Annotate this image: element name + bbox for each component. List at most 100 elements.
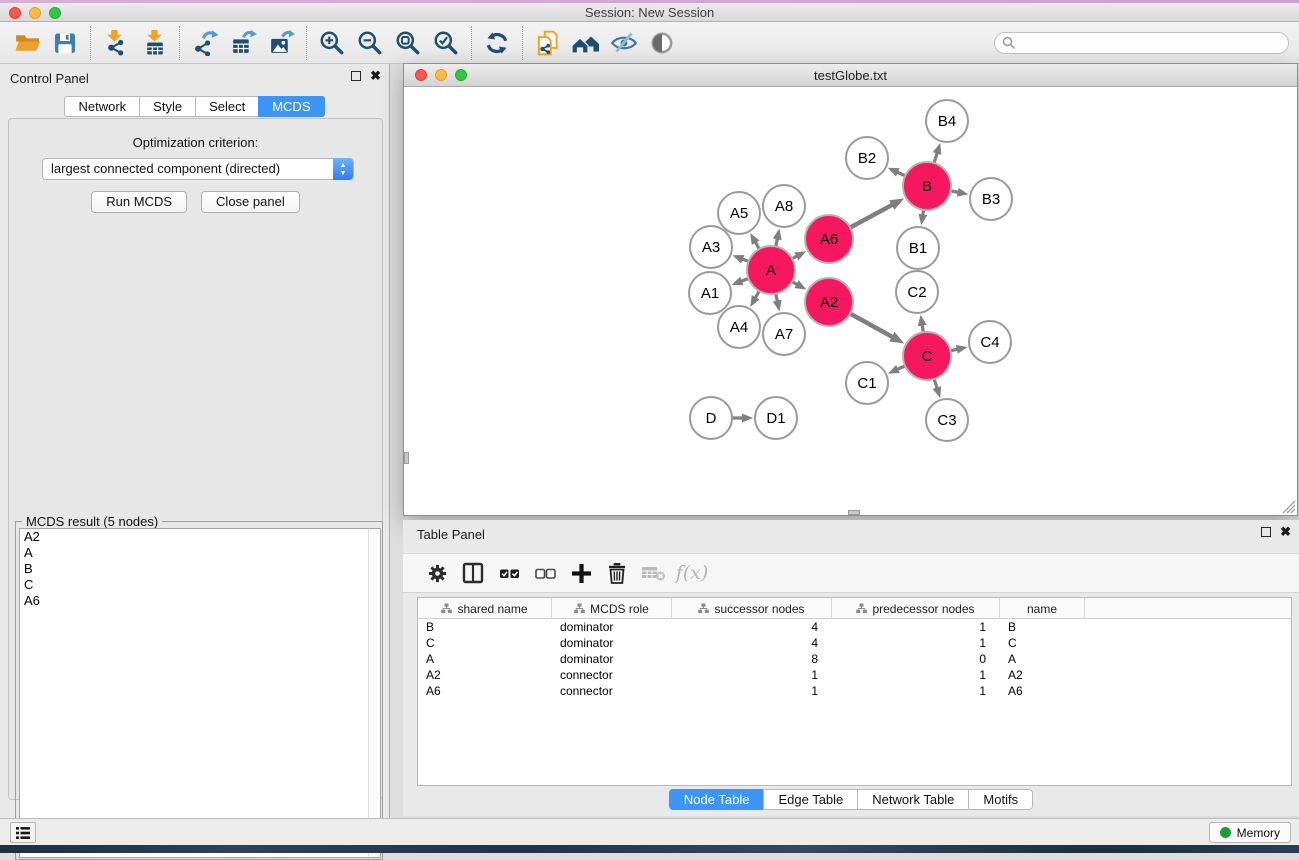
show-panels-button[interactable] <box>10 822 36 843</box>
open-session-button[interactable] <box>8 25 46 61</box>
table-cell[interactable]: B <box>1000 619 1085 635</box>
table-settings-button[interactable] <box>419 557 455 589</box>
columns-icon <box>462 562 484 584</box>
tab-network-table[interactable]: Network Table <box>857 789 968 810</box>
table-cell[interactable]: 1 <box>832 667 1000 683</box>
search-field <box>994 32 1289 54</box>
table-cell[interactable]: 0 <box>832 651 1000 667</box>
close-network-window-icon[interactable] <box>415 69 427 81</box>
import-table-icon <box>141 29 168 56</box>
show-all-networks-button[interactable] <box>567 25 605 61</box>
resize-grip-icon[interactable] <box>1282 500 1296 514</box>
show-columns-button[interactable] <box>455 557 491 589</box>
column-header-successor-nodes[interactable]: successor nodes <box>672 598 832 619</box>
tab-motifs[interactable]: Motifs <box>968 789 1033 810</box>
criterion-dropdown[interactable]: largest connected component (directed) ▲… <box>42 158 354 180</box>
table-cell[interactable]: 1 <box>672 667 832 683</box>
refresh-view-button[interactable] <box>478 25 516 61</box>
unselect-all-rows-button[interactable] <box>527 557 563 589</box>
tab-node-table[interactable]: Node Table <box>669 789 764 810</box>
run-mcds-button[interactable]: Run MCDS <box>91 191 187 213</box>
table-cell[interactable]: 1 <box>832 683 1000 699</box>
export-table-button[interactable] <box>224 25 262 61</box>
table-cell[interactable]: 4 <box>672 635 832 651</box>
table-cell[interactable]: B <box>418 619 552 635</box>
export-network-button[interactable] <box>186 25 224 61</box>
table-cell[interactable]: A6 <box>1000 683 1085 699</box>
close-panel-icon[interactable]: ✖ <box>1280 526 1291 538</box>
minimize-window-icon[interactable] <box>29 7 41 19</box>
import-network-button[interactable] <box>97 25 135 61</box>
zoom-window-icon[interactable] <box>49 7 61 19</box>
table-cell[interactable]: dominator <box>552 635 672 651</box>
close-panel-icon[interactable]: ✖ <box>370 70 381 82</box>
clone-network-button[interactable] <box>529 25 567 61</box>
table-cell[interactable]: 1 <box>672 683 832 699</box>
zoom-fit-icon <box>394 29 422 57</box>
result-list-item[interactable]: A6 <box>20 593 380 609</box>
close-panel-button[interactable]: Close panel <box>201 191 300 213</box>
result-list-scrollbar[interactable] <box>368 529 380 857</box>
table-cell[interactable]: A <box>418 651 552 667</box>
create-column-button[interactable] <box>563 557 599 589</box>
table-cell[interactable]: dominator <box>552 651 672 667</box>
result-list-item[interactable]: A <box>20 545 380 561</box>
table-cell[interactable]: A6 <box>418 683 552 699</box>
table-cell[interactable]: A2 <box>1000 667 1085 683</box>
hide-graphics-button[interactable] <box>605 25 643 61</box>
table-cell[interactable]: dominator <box>552 619 672 635</box>
zoom-out-button[interactable] <box>351 25 389 61</box>
column-header-MCDS-role[interactable]: MCDS role <box>552 598 672 619</box>
table-cell[interactable]: connector <box>552 683 672 699</box>
column-header-label: name <box>1027 602 1057 616</box>
network-canvas[interactable]: B4B2BB3A5A8A6A3B1AA1C2A2A4A7C4CC1DD1C3 <box>404 87 1297 515</box>
float-panel-icon[interactable] <box>351 71 361 81</box>
result-list-item[interactable]: B <box>20 561 380 577</box>
delete-table-button[interactable] <box>635 557 671 589</box>
column-header-shared-name[interactable]: shared name <box>418 598 552 619</box>
result-list-item[interactable]: C <box>20 577 380 593</box>
table-cell[interactable]: connector <box>552 667 672 683</box>
memory-status-icon <box>1220 827 1231 838</box>
zoom-network-window-icon[interactable] <box>455 69 467 81</box>
column-header-name[interactable]: name <box>1000 598 1085 619</box>
zoom-in-button[interactable] <box>313 25 351 61</box>
tab-edge-table[interactable]: Edge Table <box>763 789 857 810</box>
table-row[interactable]: Cdominator41C <box>418 635 1291 651</box>
table-cell[interactable]: 1 <box>832 619 1000 635</box>
table-row[interactable]: A2connector11A2 <box>418 667 1291 683</box>
close-window-icon[interactable] <box>9 7 21 19</box>
table-cell[interactable]: 4 <box>672 619 832 635</box>
tab-network[interactable]: Network <box>64 96 139 117</box>
zoom-selected-button[interactable] <box>427 25 465 61</box>
float-panel-icon[interactable] <box>1261 527 1271 537</box>
result-list-item[interactable]: A2 <box>20 529 380 545</box>
import-table-button[interactable] <box>135 25 173 61</box>
table-cell[interactable]: A <box>1000 651 1085 667</box>
table-cell[interactable]: 1 <box>832 635 1000 651</box>
tab-select[interactable]: Select <box>195 96 258 117</box>
tab-style[interactable]: Style <box>139 96 195 117</box>
memory-button[interactable]: Memory <box>1209 822 1291 843</box>
delete-column-button[interactable] <box>599 557 635 589</box>
select-all-rows-button[interactable] <box>491 557 527 589</box>
save-session-button[interactable] <box>46 25 84 61</box>
table-cell[interactable]: C <box>418 635 552 651</box>
window-edge-handle[interactable] <box>848 510 860 515</box>
tab-mcds[interactable]: MCDS <box>258 96 324 117</box>
network-window-titlebar[interactable]: testGlobe.txt <box>404 64 1297 87</box>
table-cell[interactable]: 8 <box>672 651 832 667</box>
column-header-predecessor-nodes[interactable]: predecessor nodes <box>832 598 1000 619</box>
table-cell[interactable]: A2 <box>418 667 552 683</box>
table-row[interactable]: Bdominator41B <box>418 619 1291 635</box>
search-input[interactable] <box>994 32 1289 54</box>
table-row[interactable]: Adominator80A <box>418 651 1291 667</box>
minimize-network-window-icon[interactable] <box>435 69 447 81</box>
window-edge-handle[interactable] <box>404 452 409 464</box>
table-cell[interactable]: C <box>1000 635 1085 651</box>
zoom-fit-button[interactable] <box>389 25 427 61</box>
birdseye-view-button[interactable] <box>643 25 681 61</box>
function-builder-button[interactable]: f(x) <box>671 557 707 589</box>
export-image-button[interactable] <box>262 25 300 61</box>
table-row[interactable]: A6connector11A6 <box>418 683 1291 699</box>
